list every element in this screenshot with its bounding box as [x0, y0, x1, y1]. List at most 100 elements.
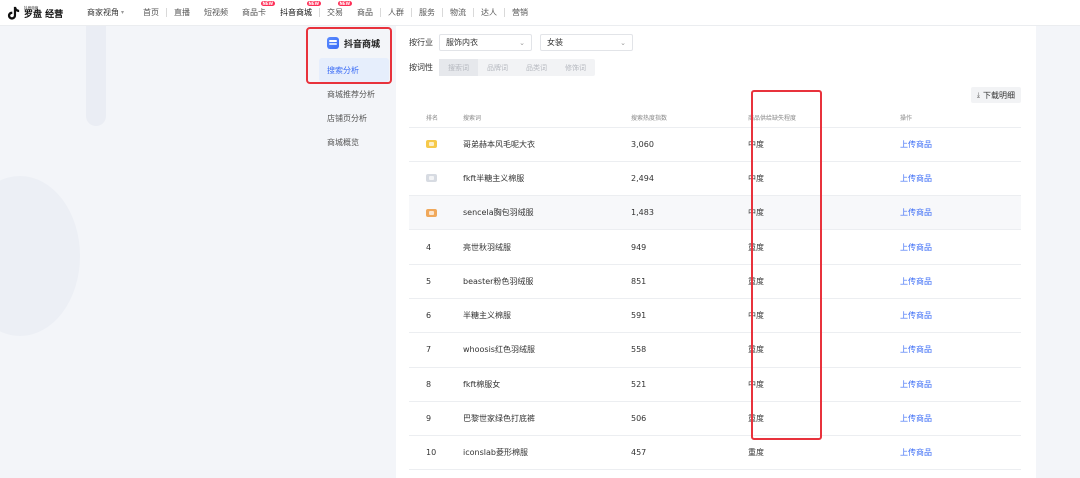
keyword-cell: fkft棉服女 — [450, 367, 631, 402]
nav-item-home[interactable]: 首页 — [136, 0, 166, 26]
category-select[interactable]: 女装 ⌄ — [540, 34, 633, 51]
keyword-cell: 亮世秋羽绒服 — [450, 229, 631, 265]
rank-cell — [409, 127, 450, 162]
index-cell: 1,483 — [631, 195, 748, 231]
upload-product-link[interactable]: 上传商品 — [900, 140, 932, 149]
wordtype-label: 按词性 — [409, 63, 433, 72]
app-logo[interactable]: 抖音电商 罗盘 经营 — [6, 5, 80, 20]
perspective-label: 商家视角 — [87, 8, 119, 17]
keyword-cell: sencela胸包羽绒服 — [450, 195, 631, 231]
index-cell: 558 — [631, 332, 748, 368]
logo-title: 罗盘 经营 — [24, 9, 64, 20]
sidebar-item-mall-overview[interactable]: 商城概览 — [319, 130, 389, 154]
nav-item-goods[interactable]: 商品 — [350, 0, 380, 26]
download-label: 下载明细 — [983, 90, 1015, 100]
header-keyword: 搜索词 — [450, 108, 631, 128]
keyword-cell: whoosis红色羽绒服 — [450, 332, 631, 368]
gold-medal-icon — [426, 140, 437, 149]
action-cell: 上传商品 — [900, 264, 1021, 299]
industry-select[interactable]: 服饰内衣 ⌄ — [439, 34, 532, 51]
download-details-button[interactable]: ⤓ 下载明细 — [970, 87, 1021, 103]
table-row: 8 fkft棉服女 521 中度 上传商品 — [409, 367, 1021, 402]
nav-label: 商品 — [357, 8, 374, 17]
nav-item-live[interactable]: 直播 — [167, 0, 197, 26]
background-decoration — [0, 26, 300, 478]
upload-product-link[interactable]: 上传商品 — [900, 414, 932, 423]
wordtype-segmented-control: 搜索词 品牌词 品类词 修饰词 — [439, 59, 595, 76]
upload-product-link[interactable]: 上传商品 — [900, 174, 932, 183]
wordtype-search[interactable]: 搜索词 — [439, 59, 478, 76]
nav-item-audience[interactable]: 人群 — [381, 0, 411, 26]
category-select-value: 女装 — [547, 38, 563, 47]
index-cell: 457 — [631, 435, 748, 471]
header-index: 搜索热度指数 — [631, 108, 748, 128]
upload-product-link[interactable]: 上传商品 — [900, 345, 932, 354]
industry-filter-row: 按行业 服饰内衣 ⌄ 女装 ⌄ — [409, 34, 641, 51]
wordtype-category[interactable]: 品类词 — [517, 59, 556, 76]
nav-label: 达人 — [481, 8, 498, 17]
upload-product-link[interactable]: 上传商品 — [900, 243, 932, 252]
industry-label: 按行业 — [409, 38, 433, 47]
nav-item-trade[interactable]: 交易 NEW — [320, 0, 353, 26]
perspective-switcher[interactable]: 商家视角 ▾ — [80, 0, 136, 26]
index-cell: 506 — [631, 401, 748, 437]
rank-cell: 5 — [409, 264, 450, 299]
table-row: 6 半糖主义棉服 591 中度 上传商品 — [409, 298, 1021, 334]
silver-medal-icon — [426, 174, 437, 183]
keyword-cell: beaster粉色羽绒服 — [450, 264, 631, 299]
action-cell: 上传商品 — [900, 298, 1021, 334]
action-cell: 上传商品 — [900, 127, 1021, 162]
nav-label: 服务 — [419, 8, 436, 17]
industry-select-value: 服饰内衣 — [446, 38, 478, 47]
upload-product-link[interactable]: 上传商品 — [900, 380, 932, 389]
table-row: 4 亮世秋羽绒服 949 重度 上传商品 — [409, 229, 1021, 265]
sidebar-item-store-page[interactable]: 店铺页分析 — [319, 106, 389, 130]
wordtype-brand[interactable]: 品牌词 — [478, 59, 517, 76]
wordtype-modifier[interactable]: 修饰词 — [556, 59, 595, 76]
action-cell: 上传商品 — [900, 367, 1021, 402]
rank-cell: 10 — [409, 435, 450, 471]
nav-item-influencer[interactable]: 达人 — [474, 0, 504, 26]
keyword-cell: iconslab菱形棉服 — [450, 435, 631, 471]
table-header-row: 排名 搜索词 搜索热度指数 商品供给缺失程度 操作 — [409, 108, 1021, 128]
keyword-cell: 哥弟赫本风毛呢大衣 — [450, 127, 631, 162]
nav-item-service[interactable]: 服务 — [412, 0, 442, 26]
nav-label: 抖音商城 — [280, 8, 313, 17]
nav-item-product-card[interactable]: 商品卡 NEW — [235, 0, 276, 26]
upload-product-link[interactable]: 上传商品 — [900, 208, 932, 217]
upload-product-link[interactable]: 上传商品 — [900, 311, 932, 320]
rank-cell: 8 — [409, 367, 450, 402]
nav-label: 交易 — [327, 8, 344, 17]
decoration-shape — [0, 176, 80, 336]
sidebar-item-mall-recommend[interactable]: 商城推荐分析 — [319, 82, 389, 106]
rank-cell — [409, 195, 450, 231]
sidebar-item-label: 商城概览 — [327, 137, 359, 147]
nav-label: 首页 — [143, 8, 160, 17]
table-row: 10 iconslab菱形棉服 457 重度 上传商品 — [409, 435, 1021, 471]
index-cell: 851 — [631, 264, 748, 299]
action-cell: 上传商品 — [900, 332, 1021, 368]
main-nav: 商家视角 ▾ 首页 直播 短视频 商品卡 NEW 抖音商城 NEW 交易 NEW 商品 … — [80, 0, 535, 26]
upload-product-link[interactable]: 上传商品 — [900, 448, 932, 457]
action-cell: 上传商品 — [900, 435, 1021, 471]
chevron-down-icon: ⌄ — [519, 38, 525, 47]
top-navigation-bar: 抖音电商 罗盘 经营 商家视角 ▾ 首页 直播 短视频 商品卡 NEW 抖音商城 NE… — [0, 0, 1080, 26]
keyword-cell: 巴黎世家绿色打底裤 — [450, 401, 631, 437]
action-cell: 上传商品 — [900, 401, 1021, 437]
header-rank: 排名 — [409, 108, 450, 128]
nav-item-logistics[interactable]: 物流 — [443, 0, 473, 26]
nav-item-douyin-mall[interactable]: 抖音商城 NEW — [273, 0, 322, 26]
index-cell: 3,060 — [631, 127, 748, 162]
rank-cell — [409, 161, 450, 197]
upload-product-link[interactable]: 上传商品 — [900, 277, 932, 286]
sidebar-item-label: 店铺页分析 — [327, 113, 367, 123]
nav-label: 人群 — [388, 8, 405, 17]
nav-item-marketing[interactable]: 营销 — [505, 0, 535, 26]
nav-item-short-video[interactable]: 短视频 — [197, 0, 235, 26]
sidebar-highlight-box — [306, 27, 392, 84]
shortage-cell: 重度 — [748, 435, 900, 471]
keyword-cell: 半糖主义棉服 — [450, 298, 631, 334]
action-cell: 上传商品 — [900, 195, 1021, 231]
search-keyword-table: 排名 搜索词 搜索热度指数 商品供给缺失程度 操作 哥弟赫本风毛呢大衣 3,06… — [409, 108, 1021, 471]
nav-label: 直播 — [174, 8, 191, 17]
